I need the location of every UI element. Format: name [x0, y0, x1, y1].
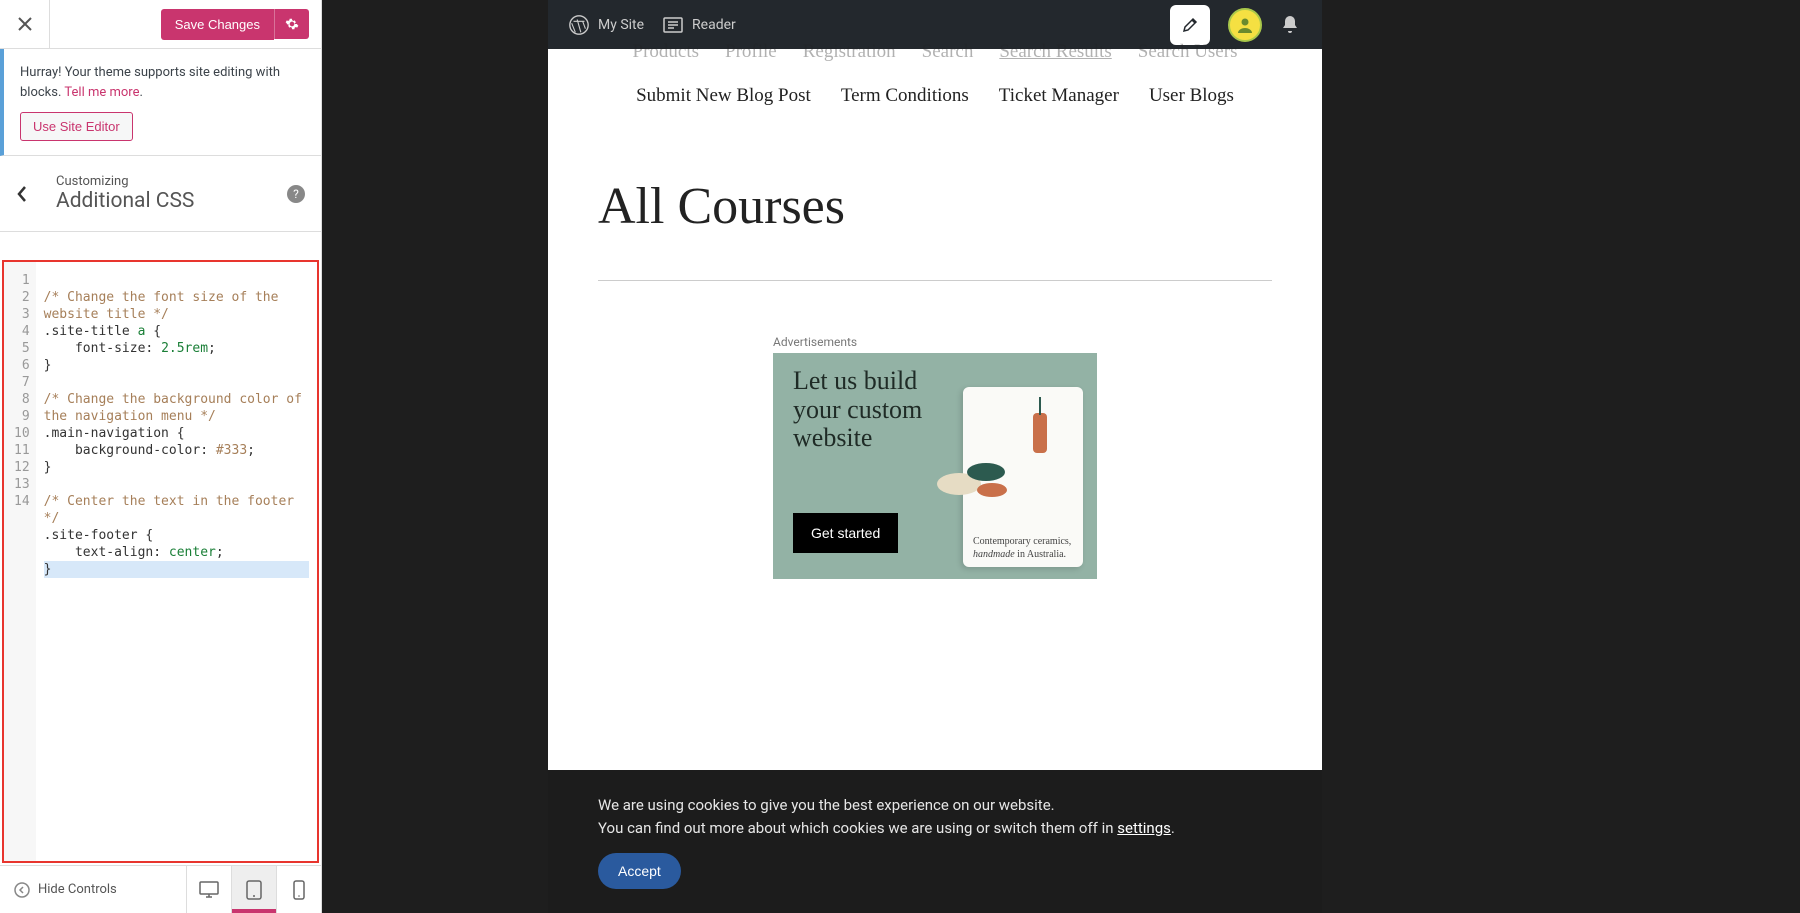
nav-submit-post[interactable]: Submit New Blog Post: [636, 85, 811, 107]
ad-headline: Let us build your custom website: [793, 367, 963, 453]
ad-vase-graphic: [1033, 413, 1047, 453]
device-preview-buttons: [186, 866, 321, 913]
hide-controls-button[interactable]: Hide Controls: [0, 882, 131, 898]
settings-button[interactable]: [274, 9, 309, 39]
collapse-icon: [14, 882, 30, 898]
device-mobile-button[interactable]: [276, 866, 321, 913]
person-icon: [1235, 15, 1255, 35]
notice-period: .: [139, 85, 142, 100]
close-icon: [18, 17, 32, 31]
tablet-icon: [246, 880, 262, 900]
ad-caption: Contemporary ceramics, handmade in Austr…: [973, 535, 1073, 561]
nav-products[interactable]: Products: [633, 41, 700, 63]
cookie-text: We are using cookies to give you the bes…: [598, 794, 1272, 839]
desktop-icon: [199, 881, 219, 899]
wp-bar-right: [1170, 5, 1322, 45]
tell-me-more-link[interactable]: Tell me more: [64, 85, 139, 100]
bell-icon: [1280, 14, 1300, 36]
reader-link[interactable]: Reader: [662, 15, 736, 35]
panel-footer: Hide Controls: [0, 865, 321, 913]
device-desktop-button[interactable]: [186, 866, 231, 913]
panel-header: Save Changes: [0, 0, 321, 49]
user-avatar[interactable]: [1228, 8, 1262, 42]
site-nav-row1: Products Profile Registration Search Sea…: [548, 41, 1322, 63]
chevron-left-icon: [16, 185, 28, 203]
nav-ticket-manager[interactable]: Ticket Manager: [999, 85, 1119, 107]
nav-user-blogs[interactable]: User Blogs: [1149, 85, 1234, 107]
nav-registration[interactable]: Registration: [803, 41, 896, 63]
header-actions: Save Changes: [50, 9, 321, 40]
ad-bowls-graphic: [937, 463, 1017, 523]
help-button[interactable]: ?: [287, 185, 305, 203]
page-title: All Courses: [548, 137, 1322, 256]
ad-cta-button[interactable]: Get started: [793, 513, 898, 553]
section-header: Customizing Additional CSS ?: [0, 156, 321, 232]
nav-search-users[interactable]: Search Users: [1138, 41, 1238, 63]
gear-icon: [285, 17, 299, 31]
ad-plant-graphic: [1033, 397, 1047, 415]
section-name: Additional CSS: [56, 189, 287, 213]
save-button[interactable]: Save Changes: [161, 9, 274, 40]
reader-label: Reader: [692, 17, 736, 33]
back-button[interactable]: [16, 185, 50, 203]
my-site-link[interactable]: My Site: [568, 14, 644, 36]
reader-icon: [662, 15, 684, 35]
line-gutter: 1234567891011121314: [4, 262, 36, 861]
customizer-panel: Save Changes Hurray! Your theme supports…: [0, 0, 322, 913]
use-site-editor-button[interactable]: Use Site Editor: [20, 112, 133, 141]
site-editor-notice: Hurray! Your theme supports site editing…: [0, 49, 321, 156]
cookie-settings-link[interactable]: settings: [1117, 819, 1171, 837]
device-tablet-button[interactable]: [231, 866, 276, 913]
wp-bar-left: My Site Reader: [548, 14, 736, 36]
my-site-label: My Site: [598, 17, 644, 33]
hide-controls-label: Hide Controls: [38, 882, 117, 897]
cookie-consent-bar: We are using cookies to give you the bes…: [548, 770, 1322, 913]
ad-banner[interactable]: Let us build your custom website Get sta…: [773, 353, 1097, 579]
ad-label: Advertisements: [773, 335, 1097, 349]
section-title-text: Customizing Additional CSS: [56, 174, 287, 213]
customizing-label: Customizing: [56, 174, 287, 189]
close-button[interactable]: [0, 0, 50, 49]
site-nav-row2: Submit New Blog Post Term Conditions Tic…: [548, 63, 1322, 137]
ad-section: Advertisements Let us build your custom …: [548, 305, 1322, 579]
write-button[interactable]: [1170, 5, 1210, 45]
cookie-accept-button[interactable]: Accept: [598, 853, 681, 889]
css-editor[interactable]: 1234567891011121314 /* Change the font s…: [2, 260, 319, 863]
nav-profile[interactable]: Profile: [725, 41, 777, 63]
pencil-icon: [1181, 16, 1199, 34]
mobile-icon: [293, 880, 305, 900]
nav-search[interactable]: Search: [922, 41, 974, 63]
notifications-button[interactable]: [1280, 14, 1300, 36]
wordpress-icon: [568, 14, 590, 36]
nav-terms[interactable]: Term Conditions: [841, 85, 969, 107]
notice-text: Hurray! Your theme supports site editing…: [20, 65, 280, 100]
divider: [598, 280, 1272, 281]
nav-search-results[interactable]: Search Results: [999, 41, 1111, 63]
code-content[interactable]: /* Change the font size of the website t…: [36, 262, 317, 861]
